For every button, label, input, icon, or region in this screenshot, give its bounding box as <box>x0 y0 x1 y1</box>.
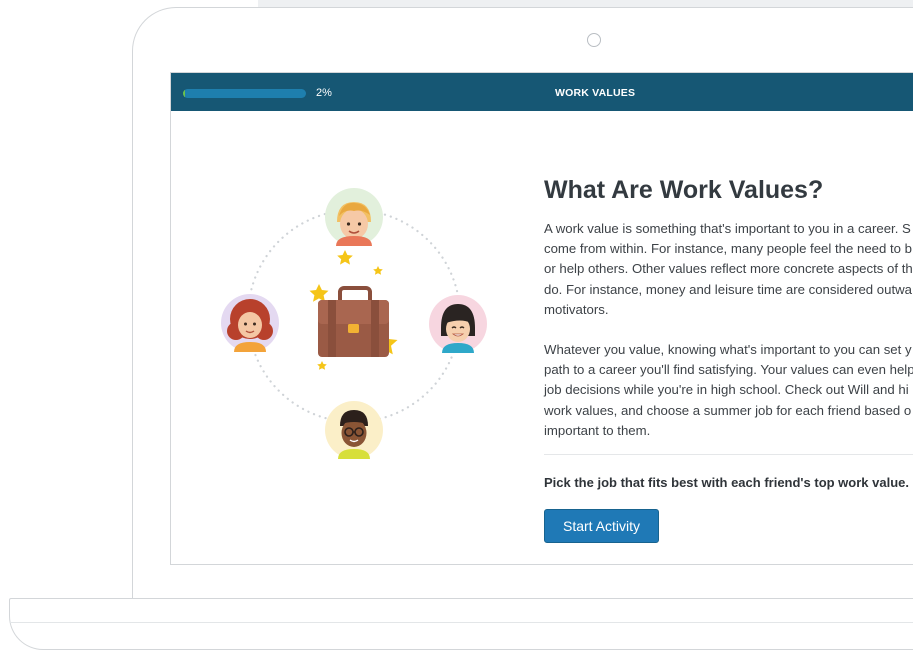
laptop-base <box>9 598 913 650</box>
intro-paragraph: A work value is something that's importa… <box>544 221 913 317</box>
content-panel: What Are Work Values? A work value is so… <box>544 176 913 544</box>
progress-percent-label: 2% <box>316 87 332 99</box>
avatar-glasses-boy-icon <box>325 401 383 459</box>
module-title: WORK VALUES <box>555 87 636 99</box>
star-icon <box>373 266 383 275</box>
star-icon <box>317 361 327 370</box>
activity-instruction: Pick the job that fits best with each fr… <box>544 475 909 491</box>
page-title: What Are Work Values? <box>544 176 824 204</box>
app-screen: 2% WORK VALUES What Are Work Values? A w… <box>170 72 913 565</box>
camera-icon <box>587 33 601 47</box>
explanation-paragraph: Whatever you value, knowing what's impor… <box>544 342 913 438</box>
divider <box>544 454 913 456</box>
star-icon <box>337 250 353 265</box>
avatar-blond-boy-icon <box>325 188 383 246</box>
avatar-dark-hair-girl-icon <box>429 295 487 353</box>
laptop-base-line <box>10 622 913 623</box>
briefcase-icon <box>318 286 389 357</box>
start-activity-button[interactable]: Start Activity <box>544 509 659 544</box>
work-values-illustration <box>221 188 487 459</box>
progress-bar-fill <box>183 89 186 98</box>
avatar-red-hair-girl-icon <box>221 294 279 352</box>
top-background-strip <box>258 0 913 7</box>
header-bar: 2% WORK VALUES <box>171 73 913 111</box>
progress-bar <box>183 89 306 98</box>
star-icon <box>309 284 329 302</box>
